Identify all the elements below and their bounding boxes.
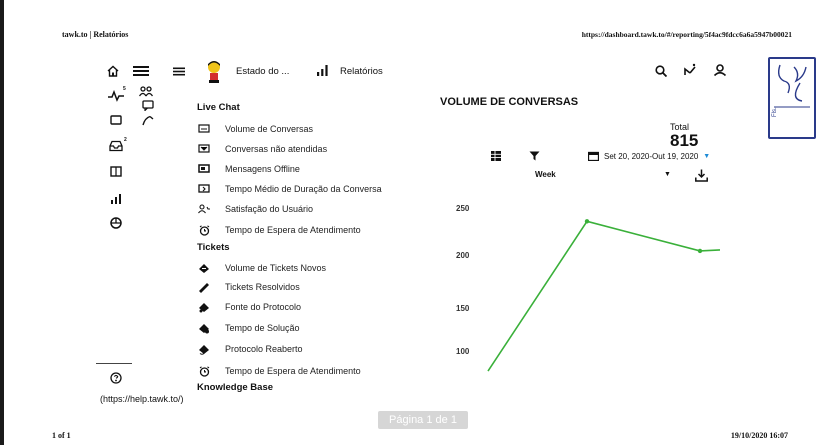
y-tick-label: 200: [456, 251, 470, 260]
menu-item-tempo-solucao[interactable]: Tempo de Solução: [197, 321, 300, 335]
ticket-reopen-icon: [197, 342, 211, 356]
total-value: 815: [670, 131, 699, 150]
filter-icon[interactable]: [528, 150, 540, 162]
menu-item-mensagens-offline[interactable]: Mensagens Offline: [197, 162, 300, 176]
menu-item-label: Volume de Tickets Novos: [225, 263, 327, 273]
menu-item-tempo-medio-duracao[interactable]: Tempo Médio de Duração da Conversa: [197, 182, 382, 196]
report-title: VOLUME DE CONVERSAS: [440, 96, 579, 108]
menu-item-tickets-resolvidos[interactable]: Tickets Resolvidos: [197, 280, 300, 294]
user-icon[interactable]: [712, 62, 728, 78]
menu-item-label: Fonte do Protocolo: [225, 302, 302, 312]
menu-item-tempo-espera[interactable]: Tempo de Espera de Atendimento: [197, 223, 361, 237]
cube-icon[interactable]: [108, 215, 124, 231]
series-line: [487, 220, 721, 372]
chat-icon[interactable]: [140, 97, 156, 113]
monitor-icon[interactable]: [108, 112, 124, 128]
menu-item-label: Tempo Médio de Duração da Conversa: [225, 184, 382, 194]
menu-item-label: Tempo de Espera de Atendimento: [225, 225, 361, 235]
ticket-source-icon: [197, 300, 211, 314]
activity-icon[interactable]: [108, 88, 124, 104]
menu-item-label: Satisfação do Usuário: [225, 204, 314, 214]
y-tick-label: 100: [456, 347, 470, 356]
ticket-resolved-icon: [197, 280, 211, 294]
menu-item-satisfacao-usuario[interactable]: Satisfação do Usuário: [197, 202, 313, 216]
signature-icon: [774, 64, 810, 108]
menu-item-label: Conversas não atendidas: [225, 144, 328, 154]
section-tickets: Tickets: [197, 242, 230, 253]
alarm-clock-icon: [197, 364, 211, 378]
print-footer-timestamp: 19/10/2020 16:07: [730, 431, 788, 440]
ticket-new-icon: [197, 261, 211, 275]
y-tick-label: 150: [456, 304, 470, 313]
print-header-title: tawk.to | Relatórios: [62, 30, 129, 39]
inbox-icon[interactable]: [108, 138, 124, 154]
menu-item-volume-conversas[interactable]: Volume de Conversas: [197, 122, 313, 136]
message-offline-icon: [197, 162, 211, 176]
date-range-text: Set 20, 2020-Out 19, 2020: [604, 151, 699, 161]
menu-icon[interactable]: [172, 66, 186, 76]
download-icon[interactable]: [694, 168, 708, 182]
menu-item-tickets-tempo-espera[interactable]: Tempo de Espera de Atendimento: [197, 364, 361, 378]
chevron-down-icon[interactable]: ▼: [664, 171, 671, 178]
print-footer-page-count: 1 of 1: [52, 431, 71, 440]
print-header-url: https://dashboard.tawk.to/#/reporting/5f…: [581, 30, 792, 39]
menu-item-fonte-protocolo[interactable]: Fonte do Protocolo: [197, 300, 301, 314]
search-icon[interactable]: [654, 64, 668, 78]
menu-item-volume-tickets-novos[interactable]: Volume de Tickets Novos: [197, 261, 326, 275]
line-chart: [487, 219, 721, 372]
menu-item-protocolo-reaberto[interactable]: Protocolo Reaberto: [197, 342, 303, 356]
rail-divider: [96, 363, 132, 364]
section-knowledge-base: Knowledge Base: [197, 382, 274, 393]
users-rating-icon: [197, 202, 211, 216]
pager-badge: Página 1 de 1: [378, 411, 468, 429]
home-icon[interactable]: [106, 64, 120, 78]
chat-timer-icon: [197, 182, 211, 196]
section-live-chat: Live Chat: [197, 102, 240, 113]
date-range-picker[interactable]: Set 20, 2020-Out 19, 2020 ▼: [588, 151, 710, 161]
menu-item-label: Protocolo Reaberto: [225, 344, 303, 354]
chat-icon: [197, 122, 211, 136]
bar-chart-icon[interactable]: [108, 191, 124, 207]
menu-item-label: Volume de Conversas: [225, 124, 314, 134]
data-point[interactable]: [584, 219, 590, 224]
table-view-icon[interactable]: [490, 150, 502, 162]
property-name[interactable]: Estado do ...: [236, 66, 289, 77]
calendar-icon: [588, 151, 599, 161]
section-name[interactable]: Relatórios: [340, 66, 383, 77]
avatar[interactable]: [204, 58, 224, 84]
menu-item-conversas-nao-atendidas[interactable]: Conversas não atendidas: [197, 142, 327, 156]
menu-item-label: Tickets Resolvidos: [225, 282, 300, 292]
alarm-clock-icon: [197, 223, 211, 237]
ticket-time-icon: [197, 321, 211, 335]
menu-item-label: Mensagens Offline: [225, 164, 300, 174]
menu-item-label: Tempo de Espera de Atendimento: [225, 366, 361, 376]
archive-stamp: Fls.: [768, 57, 816, 139]
menu-item-label: Tempo de Solução: [225, 323, 300, 333]
granularity-select[interactable]: Week: [535, 170, 556, 179]
data-point[interactable]: [697, 248, 703, 254]
inbox-badge: 2: [124, 137, 127, 143]
grid-icon[interactable]: [108, 163, 124, 179]
help-icon[interactable]: [108, 370, 124, 386]
bar-chart-icon: [316, 64, 328, 76]
chevron-down-icon: ▼: [703, 152, 711, 160]
chat-missed-icon: [197, 142, 211, 156]
print-page: tawk.to | Relatórios https://dashboard.t…: [0, 0, 828, 445]
menu-icon[interactable]: [132, 64, 150, 78]
notifications-icon[interactable]: [682, 62, 698, 78]
y-tick-label: 250: [456, 204, 470, 213]
help-link[interactable]: (https://help.tawk.to/): [100, 394, 184, 404]
activity-badge: 5: [123, 86, 126, 92]
stamp-label: Fls.: [772, 107, 778, 117]
tool-icon[interactable]: [140, 112, 156, 128]
